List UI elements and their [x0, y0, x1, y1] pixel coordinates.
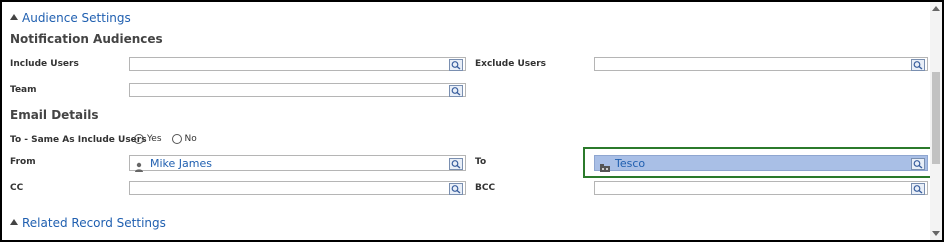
- to-same-radio-group: Yes No: [134, 134, 207, 144]
- audience-settings-header[interactable]: Audience Settings: [10, 11, 131, 25]
- lookup-icon[interactable]: [447, 181, 465, 196]
- email-details-title: Email Details: [10, 108, 99, 122]
- no-radio[interactable]: No: [171, 134, 197, 144]
- bcc-field[interactable]: [594, 181, 928, 195]
- from-value-link[interactable]: Mike James: [150, 157, 212, 170]
- related-record-settings-header[interactable]: Related Record Settings: [10, 216, 166, 230]
- person-icon: [134, 157, 144, 176]
- to-label: To: [475, 157, 487, 167]
- lookup-icon[interactable]: [909, 156, 927, 171]
- lookup-icon[interactable]: [447, 83, 465, 98]
- scrollbar-thumb[interactable]: [932, 72, 940, 164]
- notification-audiences-title: Notification Audiences: [10, 32, 163, 46]
- lookup-icon[interactable]: [447, 57, 465, 72]
- cc-field[interactable]: [129, 181, 466, 195]
- scroll-up-arrow-icon[interactable]: [932, 6, 940, 11]
- exclude-users-field[interactable]: [594, 57, 928, 71]
- lookup-icon[interactable]: [447, 156, 465, 171]
- form-frame: Audience Settings Notification Audiences…: [0, 0, 944, 242]
- team-label: Team: [10, 85, 37, 95]
- bcc-label: BCC: [475, 183, 496, 193]
- vertical-scrollbar[interactable]: [930, 2, 942, 240]
- include-users-label: Include Users: [10, 59, 79, 69]
- yes-radio-label: Yes: [147, 134, 162, 144]
- building-icon: [599, 158, 611, 177]
- to-field[interactable]: Tesco: [594, 155, 928, 172]
- exclude-users-label: Exclude Users: [475, 59, 547, 69]
- from-field[interactable]: Mike James: [129, 155, 466, 172]
- to-same-as-include-users-label: To - Same As Include Users: [10, 135, 147, 145]
- no-radio-label: No: [184, 134, 197, 144]
- collapse-triangle-icon[interactable]: [10, 14, 18, 20]
- audience-settings-label: Audience Settings: [22, 11, 131, 25]
- scroll-down-arrow-icon[interactable]: [932, 231, 940, 236]
- related-record-settings-label: Related Record Settings: [22, 216, 166, 230]
- lookup-icon[interactable]: [909, 57, 927, 72]
- to-value-link[interactable]: Tesco: [615, 157, 645, 170]
- team-field[interactable]: [129, 83, 466, 97]
- include-users-field[interactable]: [129, 57, 466, 71]
- lookup-icon[interactable]: [909, 181, 927, 196]
- radio-circle-icon[interactable]: [134, 134, 144, 144]
- collapse-triangle-icon[interactable]: [10, 219, 18, 225]
- from-label: From: [10, 157, 36, 167]
- cc-label: CC: [10, 183, 24, 193]
- yes-radio[interactable]: Yes: [134, 134, 162, 144]
- radio-circle-icon[interactable]: [171, 134, 182, 144]
